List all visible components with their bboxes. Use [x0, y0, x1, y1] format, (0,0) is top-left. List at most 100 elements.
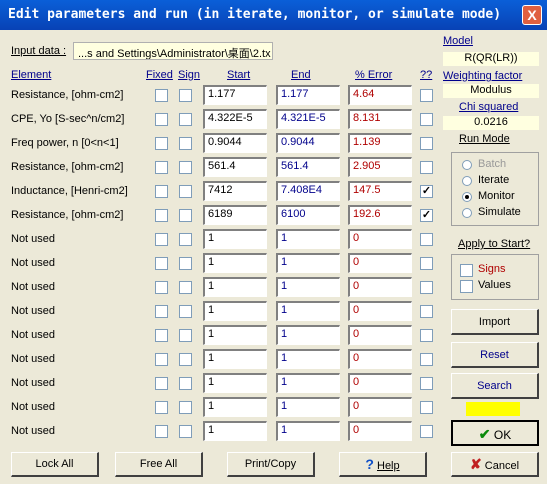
fixed-checkbox[interactable]: [155, 329, 168, 342]
end-value-field[interactable]: 1.177: [276, 85, 340, 105]
print-copy-button[interactable]: Print/Copy: [227, 452, 315, 477]
radio-iterate[interactable]: [462, 176, 472, 186]
sign-checkbox[interactable]: [179, 425, 192, 438]
question-checkbox[interactable]: [420, 425, 433, 438]
sign-checkbox[interactable]: [179, 185, 192, 198]
help-button[interactable]: ? Help: [339, 452, 427, 477]
fixed-checkbox[interactable]: [155, 305, 168, 318]
fixed-checkbox[interactable]: [155, 209, 168, 222]
start-value-field[interactable]: 1: [203, 421, 267, 441]
start-value-field[interactable]: 1: [203, 229, 267, 249]
start-value-field[interactable]: 4.322E-5: [203, 109, 267, 129]
ok-button[interactable]: ✔ OK: [451, 420, 539, 446]
fixed-checkbox[interactable]: [155, 425, 168, 438]
fixed-checkbox[interactable]: [155, 185, 168, 198]
sign-checkbox[interactable]: [179, 137, 192, 150]
end-value-field[interactable]: 1: [276, 349, 340, 369]
sign-checkbox[interactable]: [179, 233, 192, 246]
end-value-field[interactable]: 1: [276, 301, 340, 321]
reset-button[interactable]: Reset: [451, 342, 539, 368]
end-value-field[interactable]: 1: [276, 277, 340, 297]
end-value-field[interactable]: 1: [276, 325, 340, 345]
end-value-field[interactable]: 1: [276, 397, 340, 417]
question-checkbox[interactable]: [420, 233, 433, 246]
fixed-checkbox[interactable]: [155, 89, 168, 102]
start-value-field[interactable]: 1: [203, 325, 267, 345]
close-button[interactable]: X: [522, 5, 542, 25]
sign-checkbox[interactable]: [179, 305, 192, 318]
start-value-field[interactable]: 7412: [203, 181, 267, 201]
start-value-field[interactable]: 1: [203, 277, 267, 297]
sign-checkbox[interactable]: [179, 377, 192, 390]
error-value-field: 1.139: [348, 133, 412, 153]
radio-simulate[interactable]: [462, 208, 472, 218]
sign-checkbox[interactable]: [179, 281, 192, 294]
start-value-field[interactable]: 1: [203, 301, 267, 321]
sign-checkbox[interactable]: [179, 329, 192, 342]
question-checkbox[interactable]: ✓: [420, 209, 433, 222]
start-value-field[interactable]: 6189: [203, 205, 267, 225]
end-value-field[interactable]: 7.408E4: [276, 181, 340, 201]
question-checkbox[interactable]: [420, 281, 433, 294]
fixed-checkbox[interactable]: [155, 257, 168, 270]
signs-checkbox[interactable]: [460, 264, 473, 277]
sign-checkbox[interactable]: [179, 353, 192, 366]
fixed-checkbox[interactable]: [155, 113, 168, 126]
sign-checkbox[interactable]: [179, 401, 192, 414]
question-checkbox[interactable]: [420, 305, 433, 318]
start-value-field[interactable]: 1.177: [203, 85, 267, 105]
question-checkbox[interactable]: ✓: [420, 185, 433, 198]
error-value-field: 0: [348, 397, 412, 417]
chi-label: Chi squared: [459, 101, 519, 113]
end-value-field[interactable]: 1: [276, 373, 340, 393]
error-value-field: 0: [348, 325, 412, 345]
radio-batch[interactable]: [462, 160, 472, 170]
question-checkbox[interactable]: [420, 257, 433, 270]
fixed-checkbox[interactable]: [155, 137, 168, 150]
values-checkbox[interactable]: [460, 280, 473, 293]
title-bar: Edit parameters and run (in iterate, mon…: [0, 0, 547, 30]
start-value-field[interactable]: 561.4: [203, 157, 267, 177]
end-value-field[interactable]: 0.9044: [276, 133, 340, 153]
sign-checkbox[interactable]: [179, 161, 192, 174]
end-value-field[interactable]: 1: [276, 421, 340, 441]
free-all-button[interactable]: Free All: [115, 452, 203, 477]
search-button[interactable]: Search: [451, 373, 539, 399]
end-value-field[interactable]: 561.4: [276, 157, 340, 177]
fixed-checkbox[interactable]: [155, 281, 168, 294]
sign-checkbox[interactable]: [179, 257, 192, 270]
weighting-value[interactable]: Modulus: [443, 84, 539, 98]
sign-checkbox[interactable]: [179, 209, 192, 222]
radio-batch-label: Batch: [478, 158, 507, 170]
start-value-field[interactable]: 1: [203, 349, 267, 369]
question-checkbox[interactable]: [420, 353, 433, 366]
input-data-label: Input data :: [11, 45, 67, 57]
fixed-checkbox[interactable]: [155, 401, 168, 414]
end-value-field[interactable]: 1: [276, 253, 340, 273]
question-checkbox[interactable]: [420, 161, 433, 174]
question-checkbox[interactable]: [420, 329, 433, 342]
sign-checkbox[interactable]: [179, 113, 192, 126]
start-value-field[interactable]: 1: [203, 397, 267, 417]
fixed-checkbox[interactable]: [155, 353, 168, 366]
import-button[interactable]: Import: [451, 309, 539, 335]
question-checkbox[interactable]: [420, 377, 433, 390]
question-checkbox[interactable]: [420, 89, 433, 102]
end-value-field[interactable]: 1: [276, 229, 340, 249]
fixed-checkbox[interactable]: [155, 377, 168, 390]
lock-all-button[interactable]: Lock All: [11, 452, 99, 477]
sign-checkbox[interactable]: [179, 89, 192, 102]
radio-monitor[interactable]: [462, 192, 472, 202]
radio-simulate-label: Simulate: [478, 206, 521, 218]
start-value-field[interactable]: 0.9044: [203, 133, 267, 153]
end-value-field[interactable]: 6100: [276, 205, 340, 225]
start-value-field[interactable]: 1: [203, 253, 267, 273]
question-checkbox[interactable]: [420, 137, 433, 150]
fixed-checkbox[interactable]: [155, 233, 168, 246]
start-value-field[interactable]: 1: [203, 373, 267, 393]
question-checkbox[interactable]: [420, 401, 433, 414]
end-value-field[interactable]: 4.321E-5: [276, 109, 340, 129]
cancel-button[interactable]: ✘ Cancel: [451, 452, 539, 477]
fixed-checkbox[interactable]: [155, 161, 168, 174]
question-checkbox[interactable]: [420, 113, 433, 126]
